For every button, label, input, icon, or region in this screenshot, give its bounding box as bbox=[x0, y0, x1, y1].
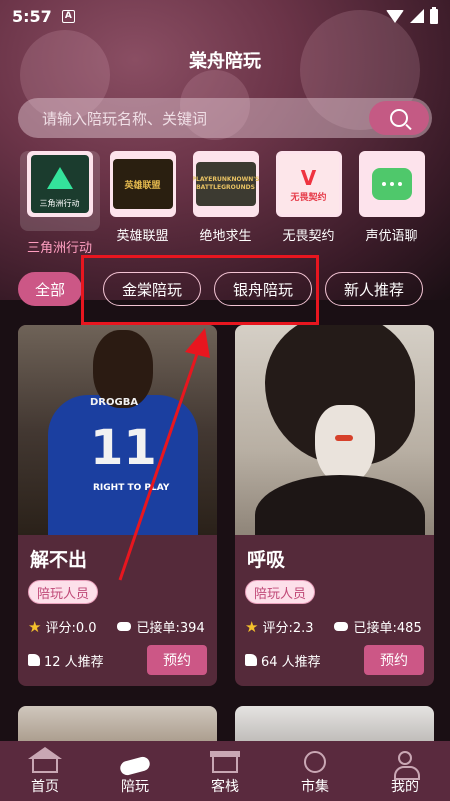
companion-name: 解不出 bbox=[30, 549, 88, 571]
voice-chat-icon bbox=[371, 168, 412, 200]
game-category-list: 三角洲行动 三角洲行动 英雄联盟 英雄联盟 PLAYERUNKNOWN'S BA… bbox=[18, 144, 450, 256]
rating-text: 评分:2.3 bbox=[262, 621, 314, 636]
book-button[interactable]: 预约 bbox=[364, 645, 424, 675]
app-title: 棠舟陪玩 bbox=[189, 51, 261, 72]
game-item-delta-force[interactable]: 三角洲行动 三角洲行动 bbox=[18, 144, 101, 256]
nav-label: 陪玩 bbox=[121, 779, 149, 795]
body-shape bbox=[255, 475, 425, 535]
nav-inn[interactable]: 客栈 bbox=[180, 741, 270, 801]
book-button[interactable]: 预约 bbox=[147, 645, 207, 675]
game-label: 无畏契约 bbox=[282, 229, 335, 244]
companion-photo bbox=[235, 325, 434, 535]
nav-profile[interactable]: 我的 bbox=[360, 741, 450, 801]
star-icon: ★ bbox=[28, 617, 42, 636]
league-of-legends-icon: 英雄联盟 bbox=[112, 159, 173, 209]
signal-icon bbox=[410, 9, 424, 23]
rating-text: 评分:0.0 bbox=[45, 621, 97, 636]
companion-card[interactable]: 呼吸 陪玩人员 ★ 评分:2.3 已接单:485 64 人推荐 预约 bbox=[235, 325, 434, 686]
nav-label: 首页 bbox=[31, 779, 59, 795]
notification-a-icon: A bbox=[61, 9, 75, 23]
game-label: 英雄联盟 bbox=[116, 229, 169, 244]
pubg-tile-text: PLAYERUNKNOWN'S BATTLEGROUNDS bbox=[192, 176, 259, 191]
home-icon bbox=[28, 747, 62, 773]
pubg-icon: PLAYERUNKNOWN'S BATTLEGROUNDS bbox=[192, 162, 259, 206]
nav-market[interactable]: 市集 bbox=[270, 741, 360, 801]
companion-name: 呼吸 bbox=[247, 549, 286, 571]
valorant-icon: V 无畏契约 bbox=[278, 154, 339, 214]
valorant-tile-text: 无畏契约 bbox=[290, 192, 327, 203]
nav-home[interactable]: 首页 bbox=[0, 741, 90, 801]
thumbs-up-icon bbox=[28, 654, 40, 666]
stats-row: ★ 评分:0.0 已接单:394 bbox=[28, 617, 209, 637]
game-label: 绝地求生 bbox=[199, 229, 252, 244]
search-bar[interactable]: 请输入陪玩名称、关键词 bbox=[18, 98, 432, 138]
recommend-text: 64 人推荐 bbox=[261, 654, 321, 670]
gamepad-icon bbox=[333, 622, 348, 631]
jersey-name: DROGBA bbox=[90, 397, 139, 408]
handshake-icon bbox=[118, 755, 152, 777]
valorant-v-logo: V bbox=[300, 165, 317, 190]
nav-label: 市集 bbox=[301, 779, 329, 795]
gamepad-icon bbox=[116, 622, 131, 631]
face-shape bbox=[315, 405, 375, 485]
delta-force-icon: 三角洲行动 bbox=[30, 155, 89, 213]
filter-all[interactable]: 全部 bbox=[18, 272, 83, 306]
search-button[interactable] bbox=[369, 101, 429, 135]
jersey-sponsor: RIGHT TO PLAY bbox=[93, 483, 170, 493]
market-icon bbox=[304, 751, 326, 773]
companion-card-list: DROGBA 11 RIGHT TO PLAY 解不出 陪玩人员 ★ 评分:0.… bbox=[18, 325, 434, 686]
bottom-navigation: 首页 陪玩 客栈 市集 我的 bbox=[0, 741, 450, 801]
companion-card-list-next-row bbox=[18, 706, 434, 746]
nav-companion[interactable]: 陪玩 bbox=[90, 741, 180, 801]
inn-icon bbox=[210, 751, 240, 773]
companion-card[interactable]: DROGBA 11 RIGHT TO PLAY 解不出 陪玩人员 ★ 评分:0.… bbox=[18, 325, 217, 686]
orders-text: 已接单:394 bbox=[136, 621, 205, 636]
recommend-row: 64 人推荐 预约 bbox=[245, 645, 424, 675]
star-icon: ★ bbox=[245, 617, 259, 636]
selected-tile-frame: 三角洲行动 bbox=[19, 151, 100, 231]
battery-icon bbox=[430, 6, 438, 24]
game-item-valorant[interactable]: V 无畏契约 无畏契约 bbox=[267, 144, 350, 254]
game-item-league-of-legends[interactable]: 英雄联盟 英雄联盟 bbox=[101, 144, 184, 254]
status-bar: 5:57 A bbox=[0, 0, 450, 32]
status-time: 5:57 bbox=[12, 6, 52, 26]
profile-icon bbox=[394, 751, 420, 780]
game-label: 三角洲行动 bbox=[26, 241, 92, 256]
recommend-text: 12 人推荐 bbox=[44, 654, 104, 670]
companion-card-partial[interactable] bbox=[18, 706, 217, 746]
wifi-icon bbox=[386, 9, 404, 23]
stats-row: ★ 评分:2.3 已接单:485 bbox=[245, 617, 426, 637]
eye-shape bbox=[335, 435, 353, 441]
companion-tag: 陪玩人员 bbox=[28, 580, 99, 604]
search-input[interactable]: 请输入陪玩名称、关键词 bbox=[42, 108, 207, 129]
companion-tag: 陪玩人员 bbox=[245, 580, 316, 604]
companion-photo: DROGBA 11 RIGHT TO PLAY bbox=[18, 325, 217, 535]
delta-force-tile-text: 三角洲行动 bbox=[39, 199, 80, 208]
filter-newcomer[interactable]: 新人推荐 bbox=[325, 272, 424, 306]
search-icon bbox=[390, 109, 408, 127]
game-item-pubg[interactable]: PLAYERUNKNOWN'S BATTLEGROUNDS 绝地求生 bbox=[184, 144, 267, 254]
nav-label: 客栈 bbox=[211, 779, 239, 795]
recommend-row: 12 人推荐 预约 bbox=[28, 645, 207, 675]
companion-card-partial[interactable] bbox=[235, 706, 434, 746]
game-label: 声优语聊 bbox=[365, 229, 418, 244]
annotation-highlight-box bbox=[81, 255, 319, 325]
game-item-voice-chat[interactable]: 声优语聊 bbox=[350, 144, 433, 254]
orders-text: 已接单:485 bbox=[353, 621, 422, 636]
jersey-number: 11 bbox=[90, 420, 157, 476]
thumbs-up-icon bbox=[245, 654, 257, 666]
